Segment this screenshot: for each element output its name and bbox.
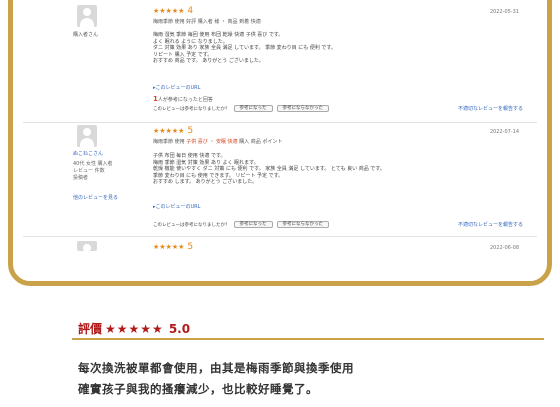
helpful-yes-button[interactable]: 参考になった xyxy=(233,221,273,228)
vote-prompt: このレビューは参考になりましたか？ xyxy=(153,222,230,228)
reviewer-meta-line: 40代 女性 購入者 xyxy=(73,161,113,167)
helpful-text: 人が参考になったと回答 xyxy=(157,97,213,103)
report-review-link[interactable]: 不適切なレビューを報告する xyxy=(458,221,523,228)
review-list: 購入者さん ★★★★★ 4 2022-05-31 梅雨季節 使用 好評 購入者 様… xyxy=(23,5,537,281)
review-date: 2022-07-14 xyxy=(489,129,519,135)
rating-summary: 評價 ★★★★★ 5.0 xyxy=(78,320,190,337)
review-body-line: ダニ 対策 効果 あり 家族 全員 満足 しています。 季節 変わり目 にも 便… xyxy=(153,45,336,52)
review-url-link[interactable]: ▸このレビューのURL xyxy=(153,203,200,210)
helpful-no-button[interactable]: 参考にならなかった xyxy=(276,221,329,228)
reviewer-other-reviews-link[interactable]: 他のレビューを見る xyxy=(73,195,118,202)
rating-number: 4 xyxy=(187,6,194,16)
summary-text-line: 每次換洗被單都會使用，由其是梅雨季節與換季使用 xyxy=(78,361,354,375)
rating-stars: ★★★★★ 4 xyxy=(153,6,194,16)
vote-row: このレビューは参考になりましたか？ 参考になった 参考にならなかった xyxy=(153,105,329,112)
review-body-line: 乾燥 機能 使いやすく ダニ 対策 にも 便利 です。 家族 全員 満足 してい… xyxy=(153,166,385,173)
review-date: 2022-05-31 xyxy=(489,9,519,15)
reviewer-meta-line: 投稿者 xyxy=(73,175,89,181)
review-body: 梅雨 湿気 季節 毎回 使用 布団 乾燥 快適 子供 喜び です。 よく 眠れる… xyxy=(153,32,513,65)
avatar xyxy=(77,5,97,27)
review-item: 購入者さん ★★★★★ 4 2022-05-31 梅雨季節 使用 好評 購入者 様… xyxy=(23,5,537,123)
avatar xyxy=(77,241,97,263)
rating-number: 5 xyxy=(187,242,194,252)
review-url-link[interactable]: ▸このレビューのURL xyxy=(153,84,200,91)
review-body-line: 梅雨 湿気 季節 毎回 使用 布団 乾燥 快適 子供 喜び です。 xyxy=(153,32,284,38)
star-icons: ★★★★★ xyxy=(153,7,185,15)
rating-label: 評價 xyxy=(78,322,103,336)
report-review-link[interactable]: 不適切なレビューを報告する xyxy=(458,105,523,112)
reviewer-meta-line: レビュー 件数 xyxy=(73,168,105,174)
review-body-line: 子供 布団 毎日 使用 快適 です。 xyxy=(153,153,226,159)
helpful-no-button[interactable]: 参考にならなかった xyxy=(276,105,329,112)
review-date: 2022-06-08 xyxy=(489,245,519,251)
helpful-count: 1人が参考になったと回答 xyxy=(153,95,213,104)
avatar xyxy=(77,125,97,147)
rating-stars: ★★★★★ 5 xyxy=(153,242,194,252)
review-body: 子供 布団 毎日 使用 快適 です。 梅雨 季節 湿気 対策 効果 あり よく … xyxy=(153,153,513,186)
rating-number: 5 xyxy=(187,126,194,136)
review-body-line: おすすめ 商品 です。 ありがとう ございました。 xyxy=(153,58,264,65)
screenshot-frame: 購入者さん ★★★★★ 4 2022-05-31 梅雨季節 使用 好評 購入者 様… xyxy=(8,0,552,286)
reviewer-name[interactable]: ぬこねこさん xyxy=(73,151,103,158)
reviewer-name[interactable]: 購入者さん xyxy=(73,32,98,39)
reviewer-meta: 40代 女性 購入者 レビュー 件数 投稿者 xyxy=(73,161,133,182)
review-subline-suffix: 購入 商品 ポイント xyxy=(237,139,283,145)
review-subline-prefix: 梅雨季節 使用 xyxy=(153,139,187,145)
vote-row: このレビューは参考になりましたか？ 参考になった 参考にならなかった xyxy=(153,221,329,228)
review-item: ぬこねこさん 40代 女性 購入者 レビュー 件数 投稿者 他のレビューを見る … xyxy=(23,125,537,237)
review-subline: 梅雨季節 使用 子供 喜び ・ 安眠 快適 購入 商品 ポイント xyxy=(153,139,282,146)
review-item: ★★★★★ 5 2022-06-08 xyxy=(23,241,537,281)
review-body-line: おすすめ します。 ありがとう ございました。 xyxy=(153,179,258,186)
helpful-yes-button[interactable]: 参考になった xyxy=(233,105,273,112)
star-icons: ★★★★★ xyxy=(105,321,164,336)
review-subline: 梅雨季節 使用 好評 購入者 様 ・ 商品 到着 快適 xyxy=(153,19,261,25)
rating-stars: ★★★★★ 5 xyxy=(153,126,194,136)
divider xyxy=(72,338,544,340)
review-subline-highlight[interactable]: 子供 喜び ・ 安眠 快適 xyxy=(186,139,237,145)
star-icons: ★★★★★ xyxy=(153,243,185,251)
rating-score: 5.0 xyxy=(168,321,191,336)
star-icons: ★★★★★ xyxy=(153,127,185,135)
vote-prompt: このレビューは参考になりましたか？ xyxy=(153,106,230,112)
summary-text-line: 確實孩子與我的搔癢減少，也比較好睡覺了。 xyxy=(78,382,318,396)
